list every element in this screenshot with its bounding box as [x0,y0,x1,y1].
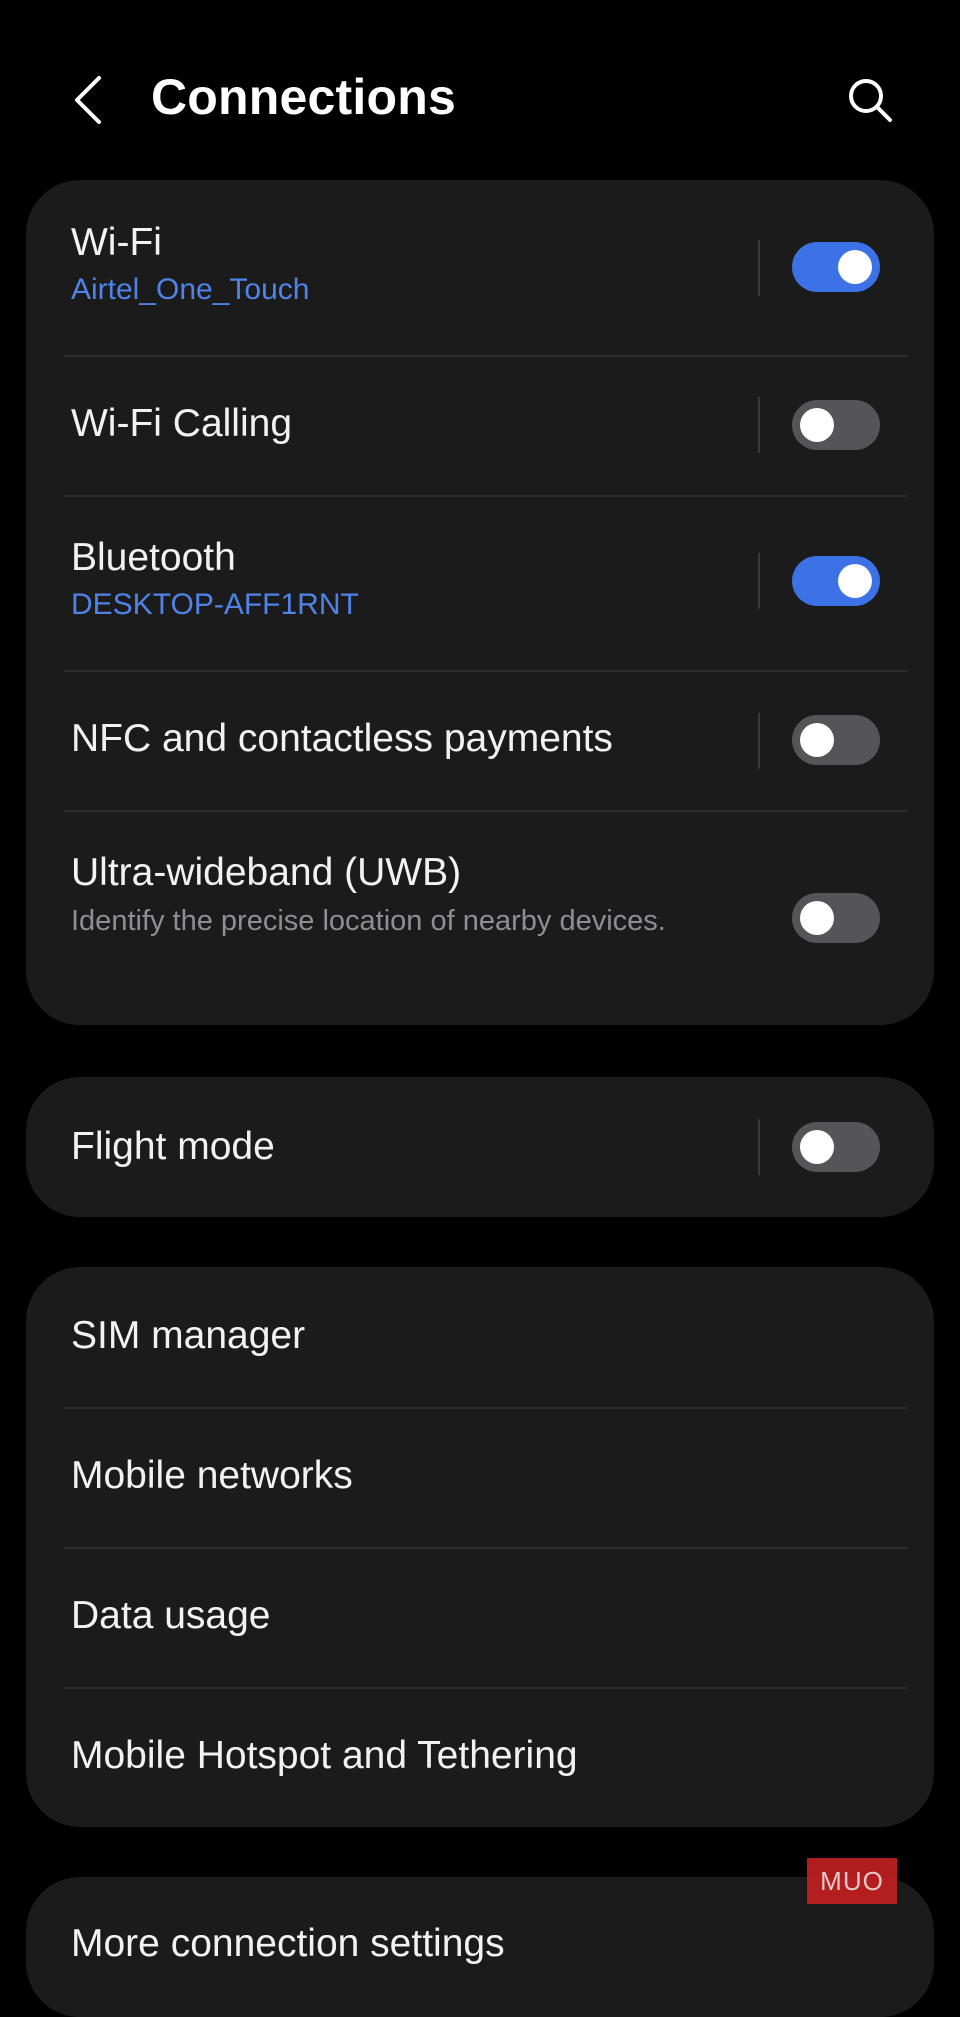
wifi-network-name: Airtel_One_Touch [71,273,310,306]
search-icon [849,79,892,122]
nfc-divider [758,713,760,769]
more-connection-settings-row[interactable]: More connection settings [26,1877,934,2017]
uwb-description: Identify the precise location of nearby … [71,905,666,937]
toggle-knob [838,250,872,284]
hotspot-tethering-row[interactable]: Mobile Hotspot and Tethering [26,1687,934,1827]
page-title: Connections [151,69,456,125]
wifi-toggle[interactable] [792,242,880,292]
wifi-calling-toggle[interactable] [792,400,880,450]
nfc-toggle[interactable] [792,715,880,765]
sim-manager-label: SIM manager [71,1314,306,1357]
sim-manager-row[interactable]: SIM manager [26,1267,934,1407]
back-button[interactable] [60,70,116,130]
toggle-knob [800,901,834,935]
wifi-calling-divider [758,397,760,453]
flight-mode-row[interactable]: Flight mode [26,1077,934,1217]
bluetooth-title: Bluetooth [71,536,236,579]
flight-mode-toggle[interactable] [792,1122,880,1172]
wifi-calling-row[interactable]: Wi-Fi Calling [26,355,934,495]
bluetooth-row[interactable]: Bluetooth DESKTOP-AFF1RNT [26,495,934,670]
more-connection-settings-label: More connection settings [71,1922,505,1965]
toggle-knob [800,1130,834,1164]
mobile-networks-label: Mobile networks [71,1454,353,1497]
toggle-knob [800,408,834,442]
bluetooth-toggle[interactable] [792,556,880,606]
connections-card-main: Wi-Fi Airtel_One_Touch Wi-Fi Calling Blu… [26,180,934,1025]
flight-mode-title: Flight mode [71,1125,275,1168]
bluetooth-divider [758,553,760,609]
wifi-row[interactable]: Wi-Fi Airtel_One_Touch [26,180,934,355]
hotspot-tethering-label: Mobile Hotspot and Tethering [71,1734,578,1777]
wifi-divider [758,240,760,296]
wifi-calling-title: Wi-Fi Calling [71,402,293,445]
flight-mode-divider [758,1119,760,1175]
data-usage-row[interactable]: Data usage [26,1547,934,1687]
network-settings-card: SIM manager Mobile networks Data usage M… [26,1267,934,1827]
app-header: Connections [0,0,960,180]
mobile-networks-row[interactable]: Mobile networks [26,1407,934,1547]
flight-mode-card: Flight mode [26,1077,934,1217]
data-usage-label: Data usage [71,1594,271,1637]
nfc-row[interactable]: NFC and contactless payments [26,670,934,810]
chevron-left-icon [75,76,101,124]
uwb-title: Ultra-wideband (UWB) [71,851,462,894]
muo-watermark-logo: MUO [807,1858,897,1904]
toggle-knob [800,723,834,757]
uwb-toggle[interactable] [792,893,880,943]
toggle-knob [838,564,872,598]
search-button[interactable] [840,70,900,130]
nfc-title: NFC and contactless payments [71,717,613,760]
wifi-title: Wi-Fi [71,221,162,264]
uwb-row[interactable]: Ultra-wideband (UWB) Identify the precis… [26,810,934,1025]
more-settings-card: More connection settings [26,1877,934,2017]
bluetooth-device-name: DESKTOP-AFF1RNT [71,588,359,621]
